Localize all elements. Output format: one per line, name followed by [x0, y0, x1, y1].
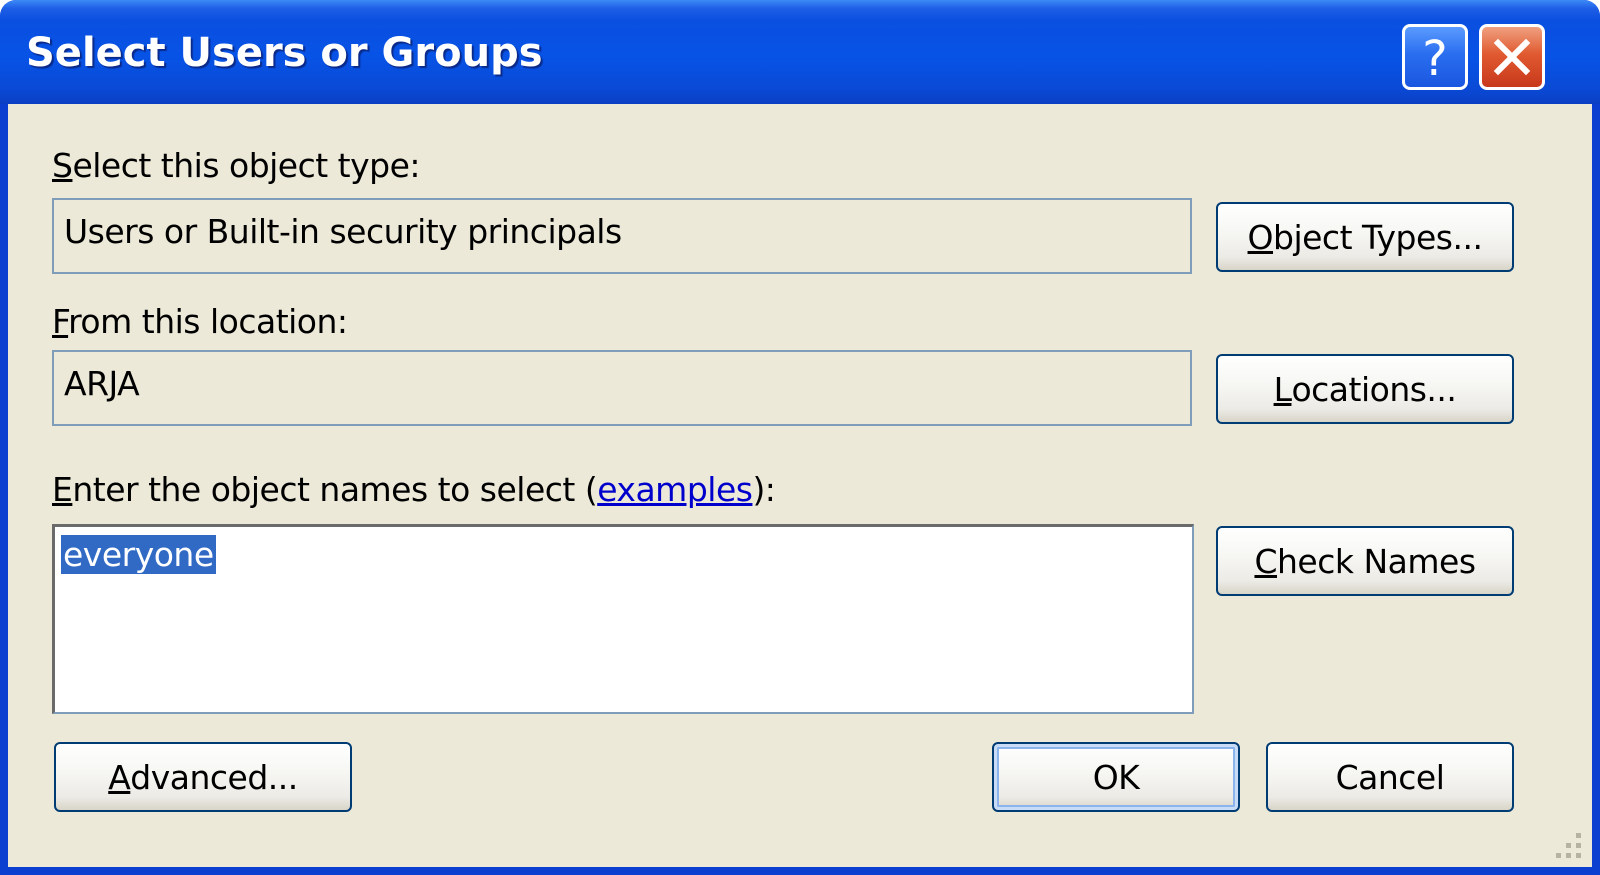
- object-types-button[interactable]: Object Types...: [1216, 202, 1514, 272]
- close-button[interactable]: [1479, 24, 1545, 90]
- location-field: ARJA: [52, 350, 1192, 426]
- examples-link[interactable]: examples: [597, 470, 753, 509]
- advanced-button[interactable]: Advanced...: [54, 742, 352, 812]
- title-bar[interactable]: Select Users or Groups ?: [0, 0, 1600, 104]
- window-title: Select Users or Groups: [26, 30, 543, 76]
- resize-grip-icon[interactable]: [1546, 823, 1586, 863]
- locations-button[interactable]: Locations...: [1216, 354, 1514, 424]
- help-button[interactable]: ?: [1402, 24, 1468, 90]
- object-type-field: Users or Built-in security principals: [52, 198, 1192, 274]
- object-names-input[interactable]: everyone: [52, 524, 1194, 714]
- cancel-button[interactable]: Cancel: [1266, 742, 1514, 812]
- location-label: From this location:: [52, 302, 348, 341]
- names-label: Enter the object names to select (exampl…: [52, 470, 776, 509]
- check-names-button[interactable]: Check Names: [1216, 526, 1514, 596]
- dialog-window: Select Users or Groups ? Select this obj…: [0, 0, 1600, 875]
- svg-text:?: ?: [1422, 33, 1447, 81]
- question-mark-icon: ?: [1422, 33, 1447, 81]
- ok-button[interactable]: OK: [992, 742, 1240, 812]
- object-names-value: everyone: [61, 535, 216, 574]
- dialog-body: Select this object type: Users or Built-…: [8, 104, 1592, 867]
- close-x-icon: [1493, 38, 1531, 76]
- object-type-label: Select this object type:: [52, 146, 421, 185]
